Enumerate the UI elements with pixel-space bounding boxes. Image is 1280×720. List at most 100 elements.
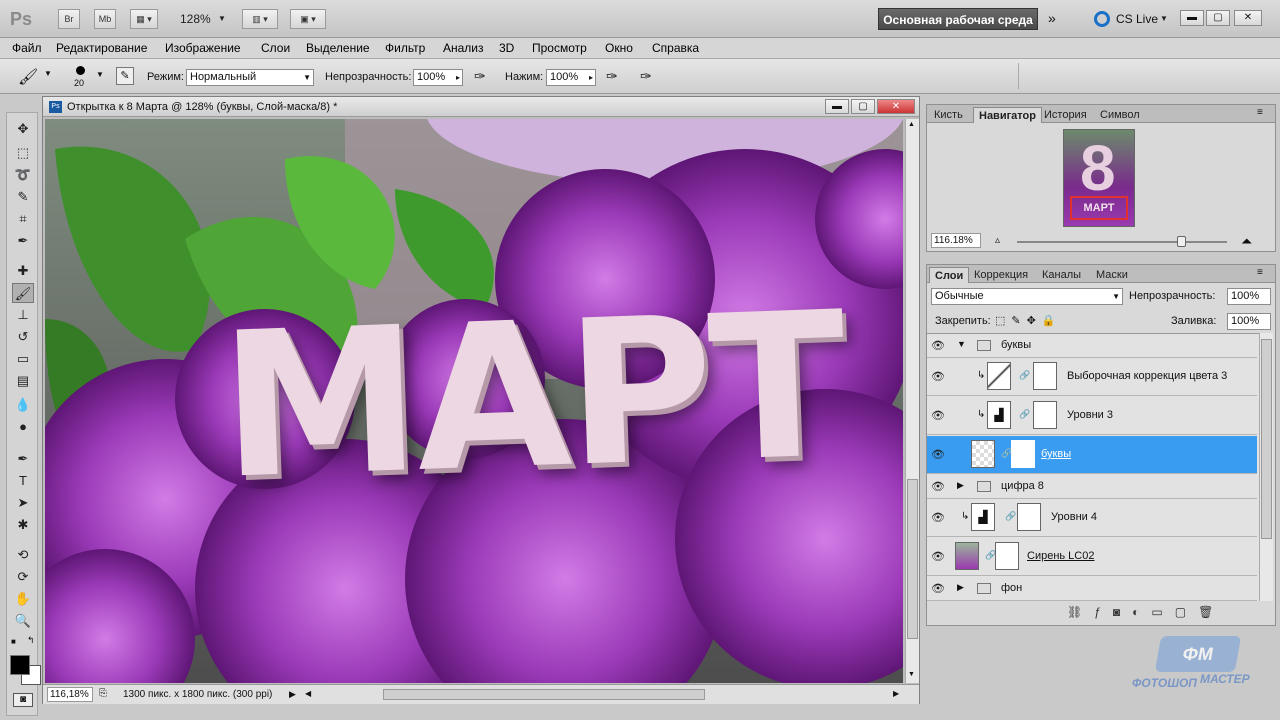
brush-tool-icon[interactable]: 🖌 xyxy=(18,67,38,87)
menu-layers[interactable]: Слои xyxy=(261,41,290,55)
3d-orbit-tool-icon[interactable]: ⟳ xyxy=(12,567,34,587)
chevron-down-icon[interactable]: ▼ xyxy=(96,70,104,79)
layer-row[interactable]: 👁 🔗 Сирень LC02 xyxy=(927,538,1257,576)
eye-icon[interactable]: 👁 xyxy=(931,550,945,563)
pressure-input[interactable]: 100% ▸ xyxy=(546,69,596,86)
3d-rotate-tool-icon[interactable]: ⟲ xyxy=(12,545,34,565)
menu-select[interactable]: Выделение xyxy=(306,41,370,55)
brush-panel-toggle-icon[interactable]: ✎ xyxy=(116,67,134,85)
eraser-tool-icon[interactable]: ▭ xyxy=(12,349,34,369)
mini-bridge-button[interactable]: Mb xyxy=(94,9,116,29)
eyedropper-tool-icon[interactable]: ✒ xyxy=(12,231,34,251)
menu-help[interactable]: Справка xyxy=(652,41,699,55)
quick-select-tool-icon[interactable]: ✎ xyxy=(12,187,34,207)
navigator-thumbnail[interactable]: 8 МАРТ xyxy=(1063,129,1135,227)
crop-tool-icon[interactable]: ⌗ xyxy=(12,209,34,229)
path-selection-tool-icon[interactable]: ➤ xyxy=(12,493,34,513)
eye-icon[interactable]: 👁 xyxy=(931,448,945,461)
scroll-down-icon[interactable]: ▼ xyxy=(908,671,915,678)
status-menu-arrow-icon[interactable]: ▶ xyxy=(289,689,296,700)
marquee-tool-icon[interactable]: ⬚ xyxy=(12,143,34,163)
tablet-size-icon[interactable]: ✑ xyxy=(640,68,652,85)
zoom-tool-icon[interactable]: 🔍 xyxy=(12,611,34,631)
tab-history[interactable]: История xyxy=(1039,107,1092,123)
airbrush-icon[interactable]: ✑ xyxy=(606,68,618,85)
layer-group-row[interactable]: 👁 ▶ цифра 8 xyxy=(927,475,1257,499)
panel-menu-icon[interactable]: ≡ xyxy=(1257,267,1263,278)
vertical-scroll-thumb[interactable] xyxy=(907,479,918,639)
type-tool-icon[interactable]: T xyxy=(12,471,34,491)
chevron-down-icon[interactable]: ▼ xyxy=(44,69,52,78)
chevron-right-icon[interactable]: ▶ xyxy=(957,480,964,491)
gradient-tool-icon[interactable]: ▤ xyxy=(12,371,34,391)
vertical-scrollbar[interactable]: ▲ ▼ xyxy=(905,119,919,683)
chevron-right-icon[interactable]: ▶ xyxy=(957,582,964,593)
tab-adjustments[interactable]: Коррекция xyxy=(969,267,1033,283)
foreground-color-swatch[interactable] xyxy=(10,655,30,675)
tab-channels[interactable]: Каналы xyxy=(1037,267,1086,283)
layer-fill-input[interactable]: 100% xyxy=(1227,313,1271,330)
opacity-input[interactable]: 100% ▸ xyxy=(413,69,463,86)
doc-close-button[interactable]: ✕ xyxy=(877,99,915,114)
menu-analysis[interactable]: Анализ xyxy=(443,41,484,55)
tab-character[interactable]: Символ xyxy=(1095,107,1145,123)
bridge-button[interactable]: Br xyxy=(58,9,80,29)
shape-tool-icon[interactable]: ✱ xyxy=(12,515,34,535)
blur-tool-icon[interactable]: 💧 xyxy=(12,395,34,415)
scroll-up-icon[interactable]: ▲ xyxy=(908,121,915,128)
minimize-button[interactable]: ▬ xyxy=(1180,10,1204,26)
chevron-down-icon[interactable]: ▼ xyxy=(957,339,966,349)
status-zoom-field[interactable]: 116,18% xyxy=(47,687,93,702)
swap-colors-icon[interactable]: ↰ xyxy=(27,635,35,646)
image-canvas[interactable]: МАРТ xyxy=(45,119,903,683)
layer-opacity-input[interactable]: 100% xyxy=(1227,288,1271,305)
double-chevron-icon[interactable]: » xyxy=(1048,10,1056,26)
zoom-level[interactable]: 128% xyxy=(180,12,211,26)
status-info-icon[interactable]: ⎘ xyxy=(99,688,107,699)
tab-layers[interactable]: Слои xyxy=(929,267,970,283)
screen-mode-button[interactable]: ▣ ▾ xyxy=(290,9,326,29)
lasso-tool-icon[interactable]: ➰ xyxy=(12,165,34,185)
quick-mask-icon[interactable]: ◙ xyxy=(13,693,33,707)
workspace-switcher[interactable]: Основная рабочая среда xyxy=(878,8,1038,30)
history-brush-tool-icon[interactable]: ↺ xyxy=(12,327,34,347)
scroll-left-icon[interactable]: ◀ xyxy=(305,689,311,698)
zoom-in-icon[interactable]: ⏶ xyxy=(1241,233,1252,250)
menu-filter[interactable]: Фильтр xyxy=(385,41,425,55)
move-tool-icon[interactable]: ✥ xyxy=(12,119,34,139)
menu-view[interactable]: Просмотр xyxy=(532,41,587,55)
document-title-bar[interactable]: Ps Открытка к 8 Марта @ 128% (буквы, Сло… xyxy=(43,97,919,117)
layer-row-selected[interactable]: 👁 🔗 буквы xyxy=(927,436,1257,474)
eye-icon[interactable]: 👁 xyxy=(931,582,945,595)
layer-row[interactable]: 👁 ↳ ▟ 🔗 Уровни 3 xyxy=(927,397,1257,435)
navigator-zoom-slider-track[interactable] xyxy=(1017,236,1227,247)
layer-row[interactable]: 👁 ↳ ▟ 🔗 Уровни 4 xyxy=(927,499,1257,537)
tab-masks[interactable]: Маски xyxy=(1091,267,1133,283)
layer-row[interactable]: 👁 ↳ 🔗 Выборочная коррекция цвета 3 xyxy=(927,358,1257,396)
doc-minimize-button[interactable]: ▬ xyxy=(825,99,849,114)
chevron-down-icon[interactable]: ▼ xyxy=(218,14,226,23)
restore-button[interactable]: ▢ xyxy=(1206,10,1230,26)
tab-brush[interactable]: Кисть xyxy=(929,107,968,123)
eye-icon[interactable]: 👁 xyxy=(931,511,945,524)
hand-tool-icon[interactable]: ✋ xyxy=(12,589,34,609)
horizontal-scroll-thumb[interactable] xyxy=(383,689,705,700)
brush-preset-icon[interactable] xyxy=(76,66,85,75)
layer-group-row[interactable]: 👁 ▼ буквы xyxy=(927,334,1257,358)
eye-icon[interactable]: 👁 xyxy=(931,409,945,422)
lock-options-icon[interactable]: ⬚✎✥🔒 xyxy=(995,314,1062,327)
tab-navigator[interactable]: Навигатор xyxy=(973,107,1042,123)
panel-menu-icon[interactable]: ≡ xyxy=(1257,107,1263,118)
healing-brush-tool-icon[interactable]: ✚ xyxy=(12,261,34,281)
eye-icon[interactable]: 👁 xyxy=(931,339,945,352)
menu-file[interactable]: Файл xyxy=(12,41,42,55)
menu-image[interactable]: Изображение xyxy=(165,41,241,55)
doc-restore-button[interactable]: ▢ xyxy=(851,99,875,114)
clone-stamp-tool-icon[interactable]: ⊥ xyxy=(12,305,34,325)
navigator-view-box[interactable]: МАРТ xyxy=(1070,196,1128,220)
tablet-opacity-icon[interactable]: ✑ xyxy=(474,68,486,85)
layers-scrollbar[interactable] xyxy=(1259,333,1273,601)
blend-mode-select[interactable]: Нормальный ▼ xyxy=(186,69,314,86)
eye-icon[interactable]: 👁 xyxy=(931,370,945,383)
close-button[interactable]: ✕ xyxy=(1234,10,1262,26)
